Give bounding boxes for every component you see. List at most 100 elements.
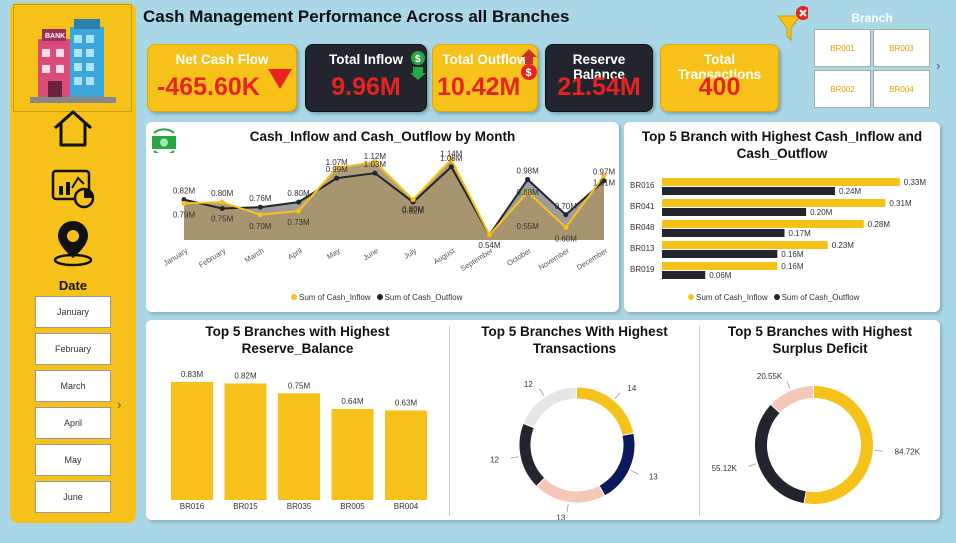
kpi-reserve-balance: Reserve Balance 21.54M xyxy=(545,44,653,112)
data-label: 13 xyxy=(556,514,565,520)
data-label: 0.98M xyxy=(517,166,540,175)
home-icon[interactable] xyxy=(10,108,136,148)
x-tick-label: BR016 xyxy=(180,502,205,511)
data-label: 0.82M xyxy=(173,187,196,196)
data-label: 12 xyxy=(524,380,533,389)
x-tick-label: June xyxy=(361,246,380,262)
kpi-net-cash-flow: Net Cash Flow -465.60K xyxy=(147,44,297,112)
leader-line xyxy=(510,456,519,459)
inflow-point xyxy=(563,224,569,230)
data-label: 0.33M xyxy=(904,178,927,187)
outflow-point xyxy=(372,170,378,176)
y-tick-label: BR019 xyxy=(630,265,655,274)
kpi-value: 21.54M xyxy=(557,73,641,101)
data-label: 1.03M xyxy=(364,160,387,169)
leader-line xyxy=(748,463,757,467)
outflow-point xyxy=(563,212,569,218)
svg-text:BANK: BANK xyxy=(45,33,65,40)
date-option-may[interactable]: May xyxy=(35,444,111,476)
data-label: 1.14M xyxy=(440,149,463,158)
x-tick-label: December xyxy=(575,246,610,272)
outflow-point xyxy=(334,175,340,181)
data-label: 1.07M xyxy=(326,158,349,167)
data-label: 0.20M xyxy=(810,208,833,217)
top-branches-cashflow-panel: Top 5 Branch with Highest Cash_Inflow an… xyxy=(624,122,940,312)
x-tick-label: September xyxy=(459,246,495,273)
x-tick-label: BR035 xyxy=(287,502,312,511)
kpi-label: Total Inflow xyxy=(329,52,403,67)
data-label: 0.79M xyxy=(173,210,196,219)
data-label: 1.12M xyxy=(364,152,387,161)
legend-item-outflow: Sum of Cash_Outflow xyxy=(376,293,462,302)
date-option-june[interactable]: June xyxy=(35,481,111,513)
bar xyxy=(224,383,267,500)
donut-slice xyxy=(523,387,577,428)
svg-text:$: $ xyxy=(415,54,421,65)
branch-option-br001[interactable]: BR001 xyxy=(814,29,871,67)
money-up-icon: $ xyxy=(521,49,537,80)
data-label: 0.06M xyxy=(709,271,732,280)
bar xyxy=(662,241,828,249)
data-label: 0.82M xyxy=(234,371,257,380)
data-label: 20.55K xyxy=(757,372,783,381)
donut-slice xyxy=(755,404,806,504)
location-pin-icon[interactable] xyxy=(10,218,136,268)
top-branches-cashflow-plot: BR016 0.33M 0.24M BR041 0.31M 0.20M BR048 0.28M… xyxy=(630,178,927,280)
outflow-point xyxy=(525,176,531,182)
x-tick-label: BR015 xyxy=(233,502,258,511)
reserve-balance-plot: 0.83M BR016 0.82M BR015 0.75M BR035 0.64M BR005… xyxy=(171,370,427,511)
data-label: 0.73M xyxy=(287,218,310,227)
branch-option-br004[interactable]: BR004 xyxy=(873,70,930,108)
bar xyxy=(662,187,835,195)
y-tick-label: BR016 xyxy=(630,181,655,190)
bar xyxy=(278,393,320,500)
legend-item-outflow: Sum of Cash_Outflow xyxy=(773,293,859,302)
date-option-january[interactable]: January xyxy=(35,296,111,328)
x-tick-label: October xyxy=(505,246,533,268)
inflow-point xyxy=(257,212,263,218)
inflow-point xyxy=(181,200,187,206)
data-label: 0.64M xyxy=(341,397,364,406)
x-tick-label: August xyxy=(432,246,457,266)
data-label: 14 xyxy=(627,384,636,393)
branch-option-br002[interactable]: BR002 xyxy=(814,70,871,108)
inflow-point xyxy=(486,232,492,238)
surplus-deficit-donut: 84.72K 55.12K 20.55K xyxy=(712,372,921,504)
data-label: 1.01M xyxy=(593,179,616,188)
branch-option-br003[interactable]: BR003 xyxy=(873,29,930,67)
data-label: 0.17M xyxy=(789,229,812,238)
x-tick-label: November xyxy=(537,246,572,272)
kpi-total-transactions: Total Transactions 400 xyxy=(660,44,779,112)
x-tick-label: BR004 xyxy=(394,502,419,511)
data-label: 0.83M xyxy=(181,370,204,379)
donut-slice xyxy=(519,424,545,486)
data-label: 0.63M xyxy=(395,398,418,407)
data-label: 0.88M xyxy=(517,188,540,197)
donut-slice xyxy=(771,386,814,413)
branch-scroll-chevron-icon[interactable]: › xyxy=(936,58,940,73)
data-label: 0.16M xyxy=(781,262,804,271)
bar xyxy=(385,410,427,500)
bar xyxy=(662,178,900,186)
kpi-total-inflow: Total Inflow 9.96M $ xyxy=(305,44,427,112)
branch-slicer-title: Branch xyxy=(851,11,893,25)
date-option-march[interactable]: March xyxy=(35,370,111,402)
data-label: 0.82M xyxy=(402,207,425,216)
date-scroll-chevron-icon[interactable]: › xyxy=(117,397,121,412)
data-label: 0.70M xyxy=(249,222,272,231)
date-option-february[interactable]: February xyxy=(35,333,111,365)
bank-logo: BANK xyxy=(13,4,132,112)
data-label: 0.70M xyxy=(555,202,578,211)
data-label: 55.12K xyxy=(712,464,738,473)
kpi-label: Net Cash Flow xyxy=(175,52,269,67)
bar xyxy=(662,229,785,237)
x-tick-label: July xyxy=(402,246,418,261)
date-option-april[interactable]: April xyxy=(35,407,111,439)
data-label: 12 xyxy=(490,455,499,464)
analytics-icon[interactable] xyxy=(10,168,136,210)
x-tick-label: February xyxy=(197,246,227,270)
bar xyxy=(662,262,778,270)
data-label: 0.80M xyxy=(211,189,234,198)
kpi-value: 400 xyxy=(698,73,741,101)
donut-slice xyxy=(576,387,634,436)
